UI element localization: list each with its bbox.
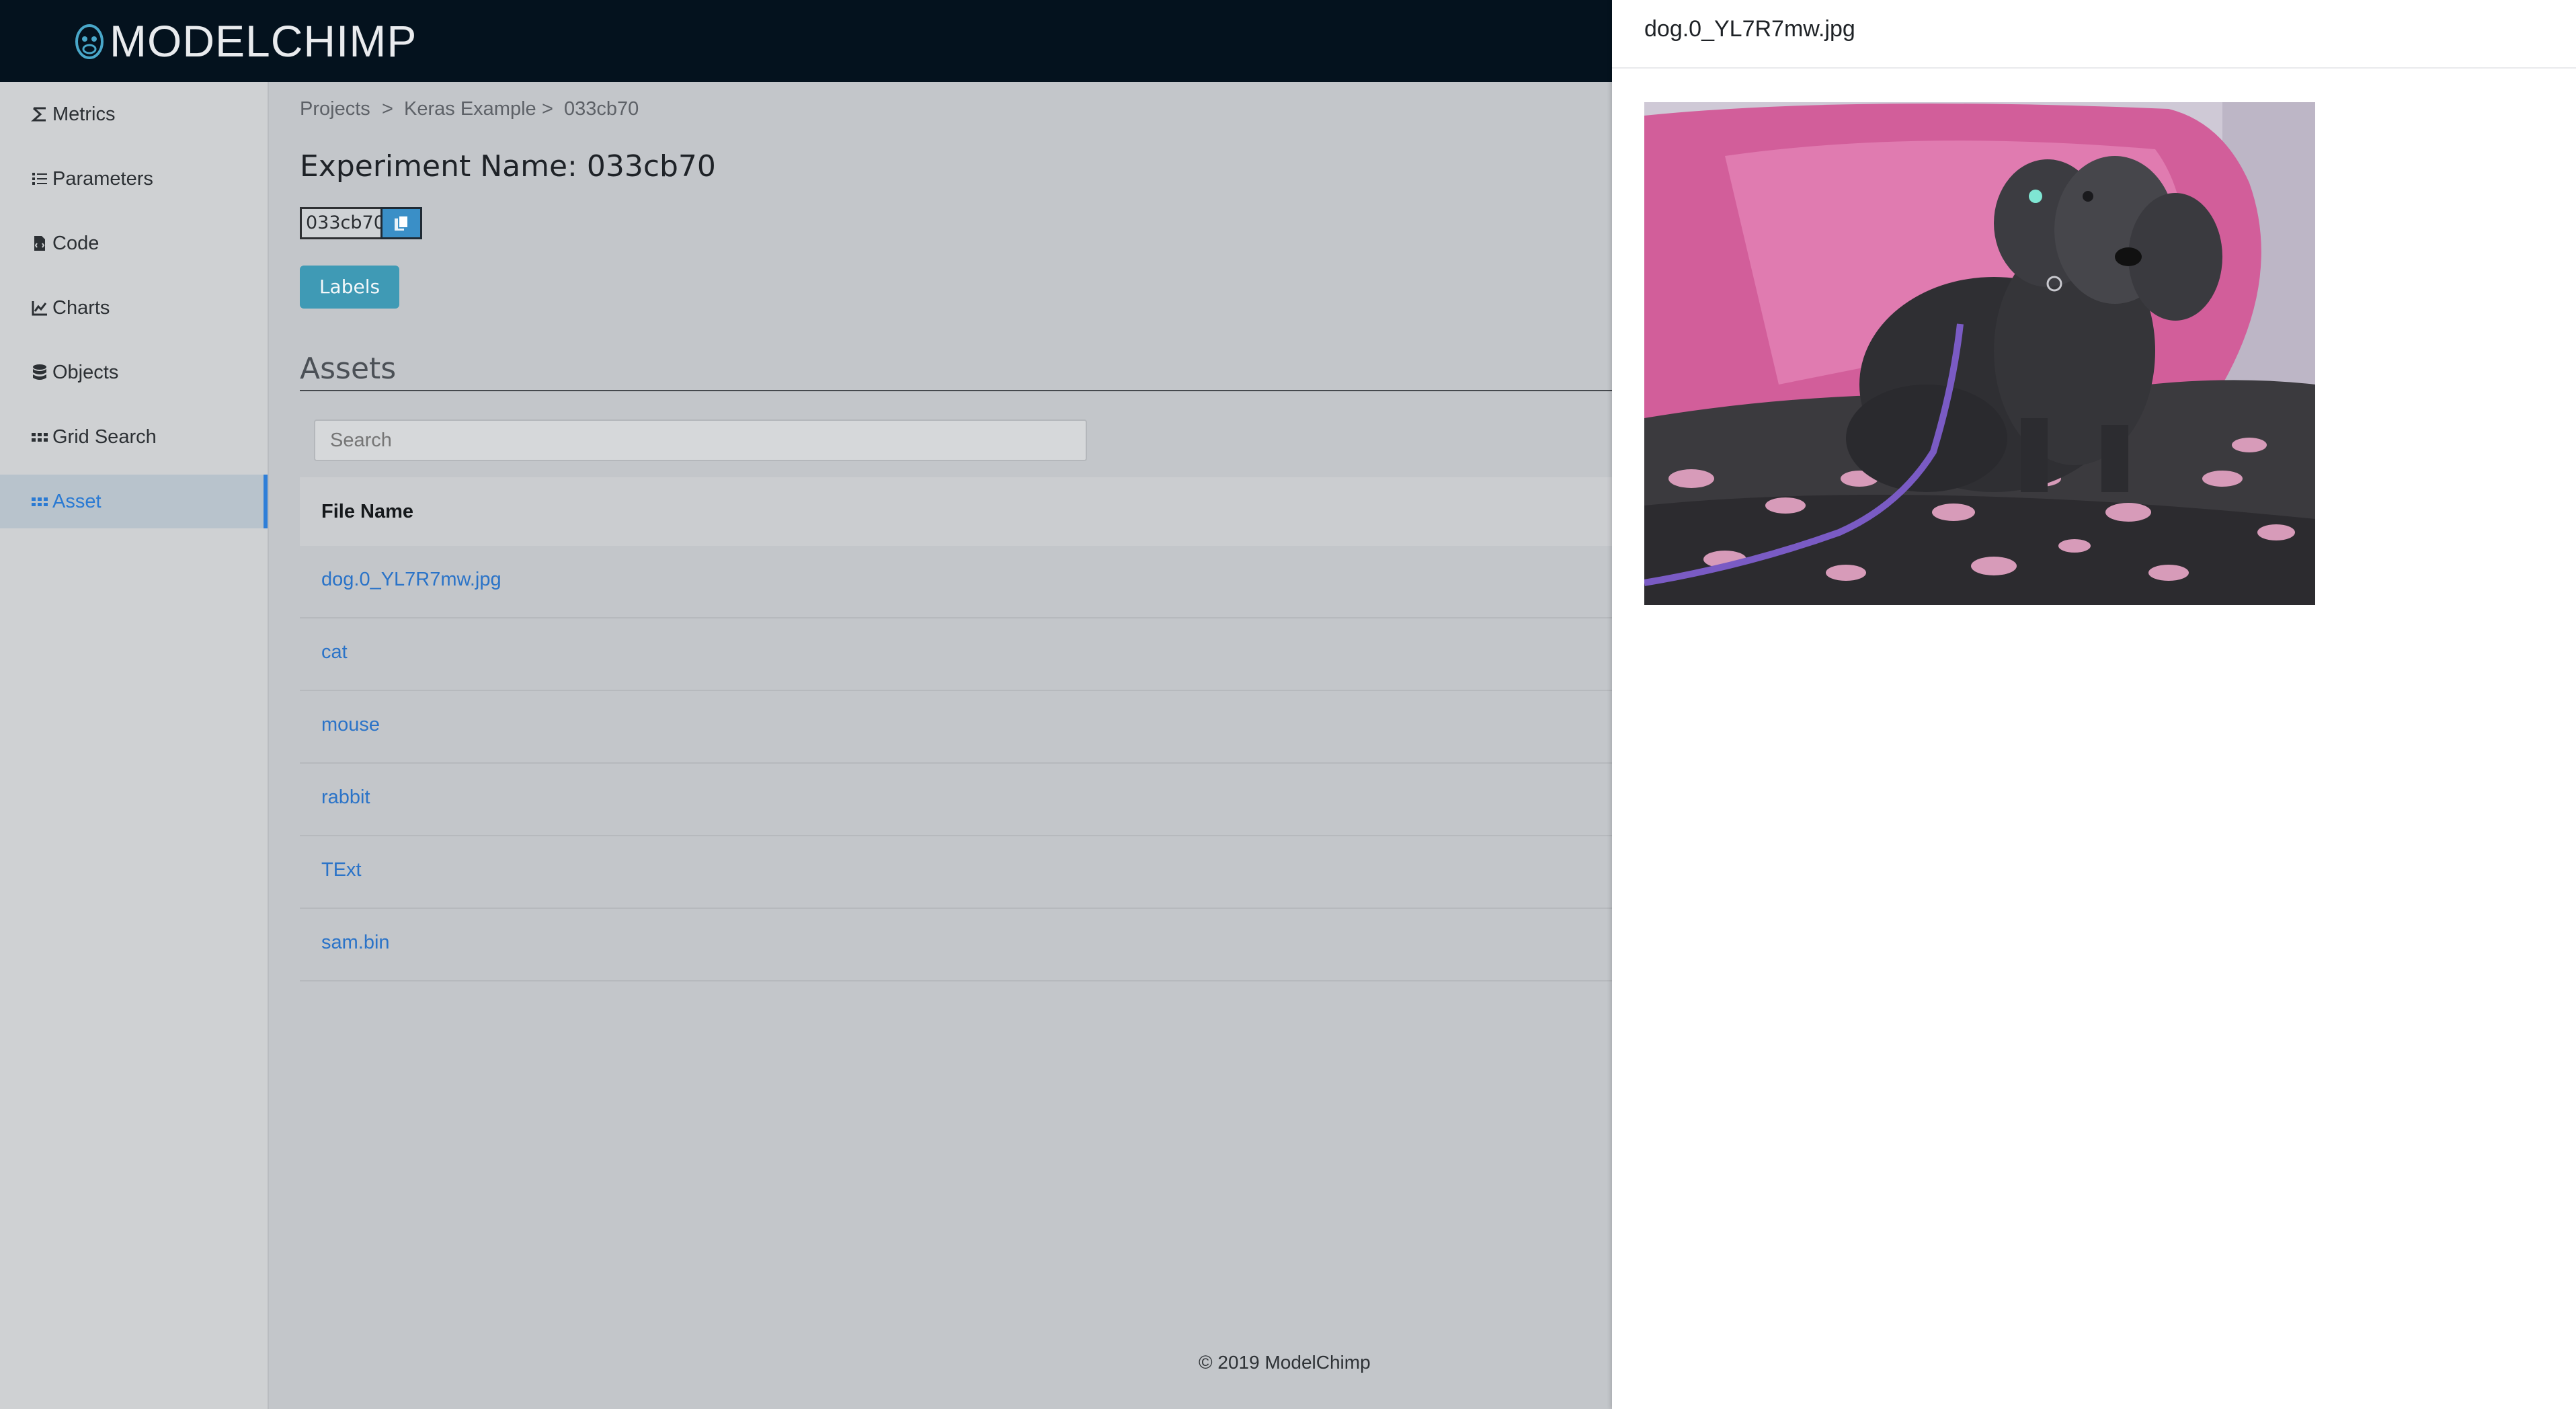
asset-preview-drawer: dog.0_YL7R7mw.jpg	[1612, 0, 2576, 1409]
sidebar-item-label: Code	[52, 232, 99, 254]
copy-id-button[interactable]	[380, 207, 422, 239]
file-link[interactable]: sam.bin	[321, 932, 390, 954]
sidebar-item-charts[interactable]: Charts	[0, 281, 268, 335]
sidebar-item-code[interactable]: Code	[0, 216, 268, 270]
sidebar-item-parameters[interactable]: Parameters	[0, 152, 268, 206]
file-link[interactable]: rabbit	[321, 787, 370, 809]
sidebar-item-metrics[interactable]: Metrics	[0, 87, 268, 141]
grid-icon	[31, 493, 48, 510]
grid-icon	[31, 428, 48, 446]
breadcrumb-separator: >	[382, 98, 393, 120]
table-row: cat	[300, 618, 1613, 691]
file-link[interactable]: dog.0_YL7R7mw.jpg	[321, 569, 501, 591]
search-input[interactable]	[314, 419, 1087, 461]
divider	[1612, 67, 2576, 69]
list-icon	[31, 170, 48, 188]
line-chart-icon	[31, 299, 48, 317]
assets-heading: Assets	[300, 352, 397, 386]
table-row: mouse	[300, 691, 1613, 764]
breadcrumb-experiment: 033cb70	[564, 98, 639, 120]
sidebar-item-label: Objects	[52, 361, 119, 383]
file-link[interactable]: mouse	[321, 714, 380, 736]
table-row: dog.0_YL7R7mw.jpg	[300, 546, 1613, 618]
sidebar-item-label: Parameters	[52, 167, 153, 190]
breadcrumb-project[interactable]: Keras Example	[404, 98, 536, 120]
sigma-icon	[31, 106, 48, 123]
table-row: TExt	[300, 836, 1613, 909]
chimp-logo-icon	[75, 24, 104, 59]
copy-icon	[395, 215, 409, 231]
footer-copyright: © 2019 ModelChimp	[1199, 1352, 1371, 1373]
column-header-file-name[interactable]: File Name	[321, 501, 413, 523]
labels-button[interactable]: Labels	[300, 266, 399, 309]
asset-preview-image	[1644, 102, 2315, 605]
drawer-title: dog.0_YL7R7mw.jpg	[1644, 16, 1855, 42]
divider	[300, 390, 1613, 391]
table-row: rabbit	[300, 764, 1613, 836]
sidebar-item-label: Charts	[52, 296, 110, 319]
table-row: sam.bin	[300, 909, 1613, 981]
sidebar-item-label: Grid Search	[52, 426, 157, 448]
breadcrumb-separator: >	[542, 98, 553, 120]
brand-logo[interactable]: MODELCHIMP	[110, 12, 417, 70]
sidebar-item-label: Metrics	[52, 103, 116, 125]
file-link[interactable]: cat	[321, 641, 348, 663]
file-link[interactable]: TExt	[321, 859, 362, 881]
page-title: Experiment Name: 033cb70	[300, 149, 716, 184]
code-file-icon	[31, 235, 48, 252]
sidebar-item-label: Asset	[52, 490, 102, 512]
sidebar-item-asset[interactable]: Asset	[0, 475, 268, 528]
table-header	[300, 477, 1613, 546]
sidebar-item-objects[interactable]: Objects	[0, 346, 268, 399]
sidebar: Metrics Parameters Code Charts Objects G…	[0, 82, 269, 1409]
database-icon	[31, 364, 48, 381]
breadcrumb-projects[interactable]: Projects	[300, 98, 370, 120]
sidebar-item-grid-search[interactable]: Grid Search	[0, 410, 268, 464]
